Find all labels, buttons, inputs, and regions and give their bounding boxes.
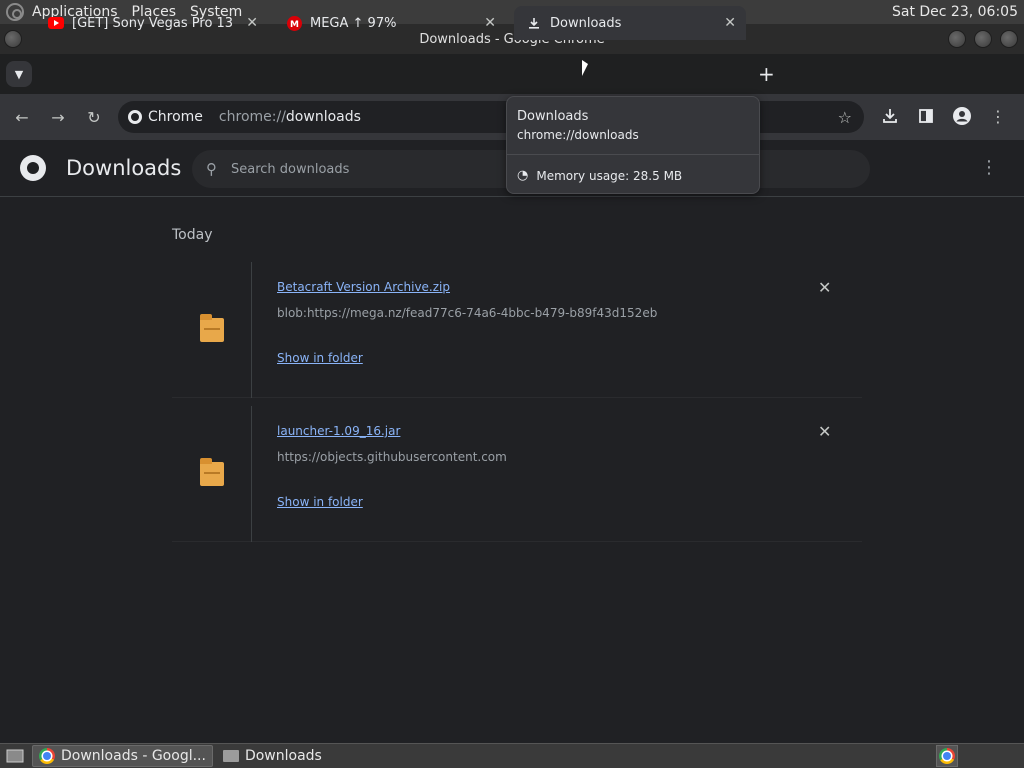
downloads-toolbar-icon[interactable] (872, 98, 908, 134)
show-in-folder-link[interactable]: Show in folder (277, 351, 363, 365)
chevron-down-icon: ▼ (14, 67, 24, 81)
tab-title: MEGA ↑ 97% (310, 15, 397, 31)
tab-title: [GET] Sony Vegas Pro 13 Key (72, 15, 238, 31)
bottom-taskbar: Downloads - Googl... Downloads (0, 743, 1024, 768)
close-tab-icon[interactable]: ✕ (246, 15, 258, 31)
tab-hover-card: Downloads chrome://downloads ◔ Memory us… (506, 96, 760, 194)
taskbar-item-label: Downloads - Googl... (61, 748, 206, 764)
svg-text:M: M (290, 20, 299, 30)
site-chip[interactable]: Chrome (128, 109, 203, 125)
bookmark-star-icon[interactable]: ☆ (838, 108, 852, 127)
tab-title: Downloads (550, 15, 622, 31)
profile-icon[interactable] (944, 98, 980, 134)
folder-icon (222, 750, 239, 762)
window-menu-icon[interactable] (4, 30, 22, 48)
download-source-url: blob:https://mega.nz/fead77c6-74a6-4bbc-… (277, 306, 658, 320)
download-source-url: https://objects.githubusercontent.com (277, 450, 507, 464)
download-filename-link[interactable]: launcher-1.09_16.jar (277, 424, 400, 438)
clock[interactable]: Sat Dec 23, 06:05 (892, 4, 1018, 20)
page-more-menu-icon[interactable]: ⋮ (980, 157, 998, 178)
chrome-logo-icon (20, 155, 46, 181)
search-icon: ⚲ (206, 160, 217, 178)
tab-sony-vegas[interactable]: [GET] Sony Vegas Pro 13 Key ✕ (36, 6, 268, 40)
memory-usage-text: Memory usage: 28.5 MB (536, 168, 683, 183)
chrome-icon (39, 748, 55, 764)
date-section-label: Today (172, 227, 213, 243)
back-arrow-icon[interactable]: ← (4, 99, 40, 135)
show-in-folder-link[interactable]: Show in folder (277, 495, 363, 509)
tab-mega[interactable]: M MEGA ↑ 97% ✕ (274, 6, 506, 40)
reload-icon[interactable]: ↻ (76, 99, 112, 135)
distro-logo-icon[interactable] (6, 3, 24, 21)
more-menu-icon[interactable]: ⋮ (980, 98, 1016, 134)
close-tab-icon[interactable]: ✕ (724, 15, 736, 31)
site-chip-label: Chrome (148, 109, 203, 125)
toolbar-right-actions: ⋮ (872, 98, 1016, 134)
maximize-icon[interactable] (974, 30, 992, 48)
gauge-icon: ◔ (517, 168, 529, 183)
search-placeholder: Search downloads (231, 161, 350, 177)
new-tab-button[interactable]: + (758, 62, 775, 86)
forward-arrow-icon[interactable]: → (40, 99, 76, 135)
mouse-cursor (582, 60, 588, 76)
youtube-icon (48, 15, 64, 31)
chrome-icon (939, 748, 955, 764)
download-item: launcher-1.09_16.jar https://objects.git… (172, 406, 862, 542)
hovercard-url: chrome://downloads (517, 128, 639, 142)
download-filename-link[interactable]: Betacraft Version Archive.zip (277, 280, 450, 294)
show-desktop-button[interactable] (2, 745, 28, 767)
close-tab-icon[interactable]: ✕ (484, 15, 496, 31)
tab-strip: ▼ (0, 54, 1024, 94)
chrome-icon (128, 110, 142, 124)
taskbar-item-downloads-folder[interactable]: Downloads (217, 745, 328, 767)
memory-usage: ◔ Memory usage: 28.5 MB (517, 168, 682, 183)
file-icon-column (172, 262, 252, 398)
mega-icon: M (286, 15, 302, 31)
tab-downloads[interactable]: Downloads ✕ (514, 6, 746, 40)
download-icon (526, 15, 542, 31)
hovercard-title: Downloads (517, 109, 589, 124)
url-text: chrome://downloads (218, 109, 361, 125)
archive-file-icon (199, 458, 224, 486)
taskbar-item-chrome[interactable]: Downloads - Googl... (32, 745, 213, 767)
remove-download-icon[interactable]: ✕ (818, 422, 831, 441)
file-icon-column (172, 406, 252, 542)
taskbar-item-label: Downloads (244, 748, 322, 764)
page-title: Downloads (66, 156, 182, 180)
tray-chrome-icon[interactable] (936, 745, 958, 767)
archive-file-icon (199, 314, 224, 342)
tab-search-button[interactable]: ▼ (6, 61, 32, 87)
remove-download-icon[interactable]: ✕ (818, 278, 831, 297)
download-item: Betacraft Version Archive.zip blob:https… (172, 262, 862, 398)
minimize-icon[interactable] (948, 30, 966, 48)
side-panel-icon[interactable] (908, 98, 944, 134)
close-window-icon[interactable] (1000, 30, 1018, 48)
divider (507, 154, 759, 155)
